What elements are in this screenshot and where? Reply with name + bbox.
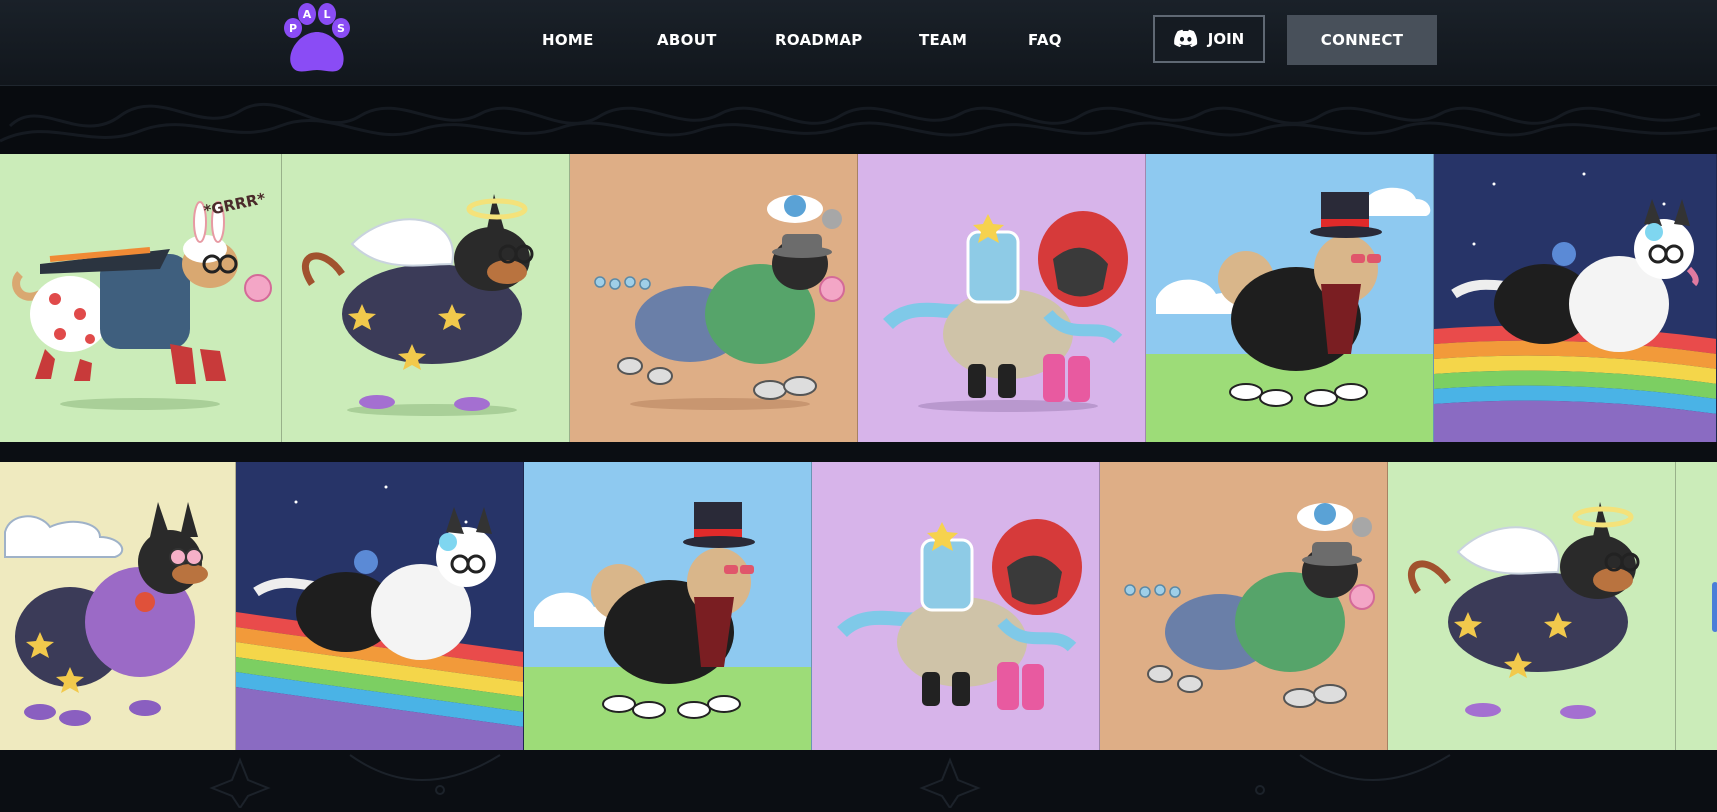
nft-tile-angel-doberman-2[interactable] <box>1388 462 1676 750</box>
connect-label: CONNECT <box>1320 31 1404 49</box>
logo-letter-3: L <box>323 8 330 21</box>
nft-tile-angel-doberman[interactable] <box>282 154 570 442</box>
nft-image-bunny-dog: *GRRR* <box>12 189 272 410</box>
nav-team[interactable]: TEAM <box>919 28 1028 52</box>
nft-image-earth-hat-dog-2 <box>1124 503 1375 708</box>
join-discord-button[interactable]: JOIN <box>1153 15 1265 63</box>
nft-image-rainbow-husky-2 <box>236 485 523 750</box>
pattern-background <box>0 103 1717 143</box>
nft-image-helmet-dog <box>883 211 1128 412</box>
logo-letter-4: S <box>337 22 345 35</box>
nft-image-partial <box>1712 582 1717 632</box>
logo-letter-1: P <box>289 22 297 35</box>
nft-image-angel-doberman-2 <box>1408 502 1640 719</box>
nft-image-purple-hoodie-dog <box>4 502 208 726</box>
nft-image-earth-hat-dog <box>594 195 845 410</box>
nft-tile-rainbow-husky[interactable] <box>1434 154 1717 442</box>
nav-home[interactable]: HOME <box>542 28 657 52</box>
join-label: JOIN <box>1207 30 1245 48</box>
discord-icon <box>1173 29 1197 48</box>
nft-tile-helmet-dog-2[interactable] <box>812 462 1100 750</box>
pals-logo[interactable]: P A L S <box>275 2 359 76</box>
nft-tile-helmet-dog[interactable] <box>858 154 1146 442</box>
logo-letter-2: A <box>303 8 312 21</box>
nav-roadmap[interactable]: ROADMAP <box>775 28 919 52</box>
nft-image-angel-doberman <box>302 194 534 416</box>
nav-faq[interactable]: FAQ <box>1028 28 1068 52</box>
connect-wallet-button[interactable]: CONNECT <box>1287 15 1437 65</box>
nft-image-tophat-dog-2 <box>524 502 811 750</box>
nav-about[interactable]: ABOUT <box>657 28 775 52</box>
gallery-row-2 <box>0 462 1717 750</box>
nft-tile-tophat-dog-2[interactable] <box>524 462 812 750</box>
bottom-pattern <box>209 754 1451 810</box>
paw-logo-icon: P A L S <box>284 3 350 72</box>
decorative-pattern-strip <box>0 86 1717 154</box>
main-nav: HOME ABOUT ROADMAP TEAM FAQ <box>540 28 1068 52</box>
nft-tile-rainbow-husky-2[interactable] <box>236 462 524 750</box>
nft-tile-partial[interactable] <box>1676 462 1717 750</box>
nft-image-helmet-dog-2 <box>837 519 1082 710</box>
nft-tile-earth-hat-dog-2[interactable] <box>1100 462 1388 750</box>
site-header: P A L S HOME ABOUT ROADMAP TEAM FAQ JOIN… <box>0 0 1717 86</box>
gallery-row-1: *GRRR* <box>0 154 1717 442</box>
nft-tile-tophat-dog[interactable] <box>1146 154 1434 442</box>
nft-image-tophat-dog <box>1146 187 1433 442</box>
tile-bubble-text: *GRRR* <box>202 189 267 220</box>
nft-tile-earth-hat-dog[interactable] <box>570 154 858 442</box>
nft-image-rainbow-husky <box>1434 172 1716 442</box>
nft-tile-bunny-dog[interactable]: *GRRR* <box>0 154 282 442</box>
bottom-decor <box>0 750 1717 810</box>
nft-tile-purple-hoodie-dog[interactable] <box>0 462 236 750</box>
